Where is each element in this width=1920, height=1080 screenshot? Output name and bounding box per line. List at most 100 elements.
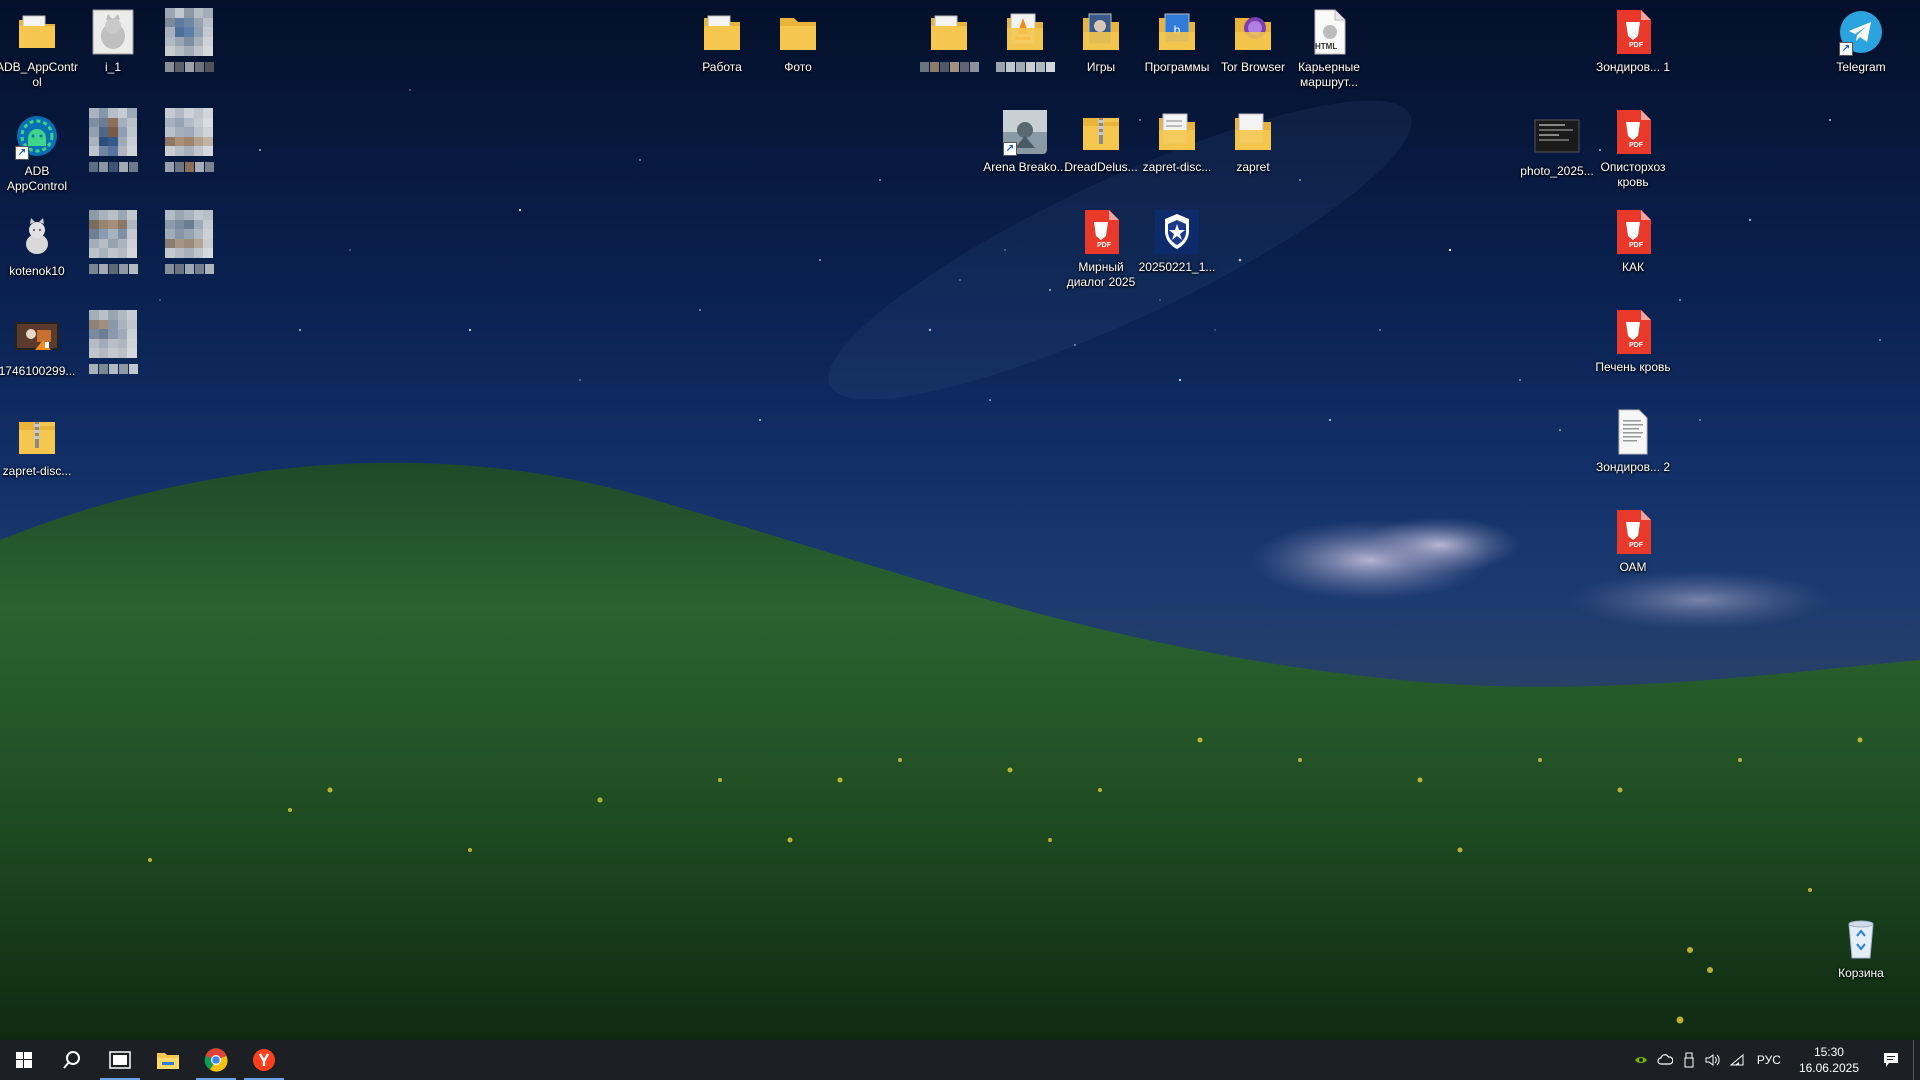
games-folder-icon (1077, 8, 1125, 56)
desktop-icon-blurred-1[interactable] (146, 8, 232, 72)
desktop-icon-blurred-6[interactable] (70, 310, 156, 374)
pixelated-label (164, 162, 214, 172)
pdf-file-icon: PDF (1609, 8, 1657, 56)
desktop-icon-tor-browser[interactable]: Tor Browser (1210, 8, 1296, 75)
clock[interactable]: 15:30 16.06.2025 (1789, 1044, 1869, 1076)
desktop-icon-foto[interactable]: Фото (755, 8, 841, 75)
taskbar-file-explorer[interactable] (144, 1040, 192, 1080)
pdf-file-icon: PDF (1609, 208, 1657, 256)
desktop-icon-mirnyi-dialog[interactable]: PDF Мирный диалог 2025 (1058, 208, 1144, 289)
icon-label: zapret (1236, 160, 1270, 174)
icon-label: ОАМ (1619, 560, 1647, 574)
tray-volume-icon[interactable] (1701, 1040, 1725, 1080)
pixelated-label (88, 264, 138, 274)
taskbar-chrome[interactable] (192, 1040, 240, 1080)
desktop-icon-programmy[interactable]: b Программы (1134, 8, 1220, 75)
desktop-icon-dreaddelus[interactable]: DreadDelus... (1058, 108, 1144, 175)
folder-icon (698, 8, 746, 56)
tray-wifi-icon[interactable] (1725, 1040, 1749, 1080)
pixelated-image-icon (89, 310, 137, 358)
pixelated-label (164, 62, 214, 72)
desktop-icon-adb-appcontrol-folder[interactable]: ADB_AppControl (0, 8, 80, 89)
icon-label: photo_2025... (1520, 164, 1594, 178)
video-file-icon (13, 312, 61, 360)
task-view-button[interactable] (96, 1040, 144, 1080)
show-desktop-button[interactable] (1913, 1040, 1920, 1080)
taskbar-yandex-browser[interactable] (240, 1040, 288, 1080)
desktop-icon-vlc-folder[interactable] (982, 8, 1068, 72)
pdf-file-icon: PDF (1077, 208, 1125, 256)
desktop-icon-zapret-disc-left[interactable]: zapret-disc... (0, 412, 80, 479)
desktop-icon-blurred-5[interactable] (146, 210, 232, 274)
folder-icon (13, 8, 61, 56)
tray-nvidia-icon[interactable] (1629, 1040, 1653, 1080)
telegram-icon: ↗ (1837, 8, 1885, 56)
desktop-icon-photo-2025[interactable]: photo_2025... (1514, 112, 1600, 179)
tray-usb-icon[interactable] (1677, 1040, 1701, 1080)
desktop-icon-zapret[interactable]: zapret (1210, 108, 1296, 175)
desktop-icon-zondirov-2[interactable]: Зондиров... 2 (1590, 408, 1676, 475)
icon-label: Arena Breako... (983, 160, 1067, 174)
clock-date: 16.06.2025 (1798, 1061, 1859, 1075)
desktop-icon-zondirov-1[interactable]: PDF Зондиров... 1 (1590, 8, 1676, 75)
yandex-browser-icon (253, 1049, 275, 1071)
zip-folder-icon (13, 412, 61, 460)
pdf-badge: PDF (1629, 542, 1643, 549)
icon-label: Карьерные маршрут... (1298, 60, 1360, 89)
desktop-icon-karernye[interactable]: HTML Карьерные маршрут... (1286, 8, 1372, 89)
language-indicator[interactable]: РУС (1749, 1053, 1789, 1067)
icon-label: Telegram (1836, 60, 1886, 74)
pixelated-image-icon (89, 210, 137, 258)
chrome-icon (204, 1048, 228, 1072)
desktop-icon-blurred-4[interactable] (70, 210, 156, 274)
desktop-icon-kak[interactable]: PDF КАК (1590, 208, 1676, 275)
action-center-button[interactable] (1869, 1040, 1913, 1080)
desktop-icon-opistorhoz[interactable]: PDF Описторхоз кровь (1590, 108, 1676, 189)
tor-browser-folder-icon (1229, 8, 1277, 56)
search-button[interactable] (48, 1040, 96, 1080)
shortcut-arrow-icon: ↗ (1003, 142, 1017, 156)
system-tray: РУС 15:30 16.06.2025 (1629, 1040, 1920, 1080)
desktop-icon-i-1[interactable]: i_1 (70, 8, 156, 75)
pixelated-image-icon (165, 210, 213, 258)
android-icon: ↗ (13, 112, 61, 160)
search-icon (63, 1051, 80, 1069)
kitten-image-icon (89, 8, 137, 56)
desktop-icon-arena[interactable]: ↗ Arena Breako... (982, 108, 1068, 175)
icon-label: КАК (1622, 260, 1644, 274)
desktop-icon-telegram[interactable]: ↗ Telegram (1818, 8, 1904, 75)
desktop-icon-pechen[interactable]: PDF Печень кровь (1590, 308, 1676, 375)
desktop-icon-blurred-folder[interactable] (906, 8, 992, 72)
clock-time: 15:30 (1813, 1045, 1844, 1059)
icon-label: Работа (702, 60, 742, 74)
folder-icon (1153, 108, 1201, 156)
desktop-icon-adb-appcontrol[interactable]: ↗ ADB AppControl (0, 112, 80, 193)
desktop-icon-blurred-2[interactable] (70, 108, 156, 172)
desktop-icon-rabota[interactable]: Работа (679, 8, 765, 75)
icon-label: Корзина (1838, 966, 1884, 980)
desktop-icon-oam[interactable]: PDF ОАМ (1590, 508, 1676, 575)
pixelated-label (995, 62, 1055, 72)
icon-label: ADB AppControl (6, 164, 68, 193)
desktop-icon-video-1746[interactable]: 1746100299... (0, 312, 80, 379)
tray-onedrive-icon[interactable] (1653, 1040, 1677, 1080)
icon-label: Фото (784, 60, 812, 74)
pdf-file-icon: PDF (1609, 108, 1657, 156)
pixelated-image-icon (165, 108, 213, 156)
desktop-icon-korzina[interactable]: Корзина (1818, 914, 1904, 981)
desktop-icon-20250221[interactable]: 20250221_1... (1134, 208, 1220, 275)
vlc-folder-icon (1001, 8, 1049, 56)
icon-label: Игры (1086, 60, 1116, 74)
desktop-icon-kotenok10[interactable]: kotenok10 (0, 212, 80, 279)
desktop[interactable]: ADB_AppControl i_1 ↗ ADB AppControl kote… (0, 0, 1920, 1040)
pixelated-label (919, 62, 979, 72)
desktop-icon-blurred-3[interactable] (146, 108, 232, 172)
desktop-icon-zapret-disc-mid[interactable]: zapret-disc... (1134, 108, 1220, 175)
icon-label: 1746100299... (0, 364, 76, 378)
desktop-icon-igry[interactable]: Игры (1058, 8, 1144, 75)
start-button[interactable] (0, 1040, 48, 1080)
pdf-badge: PDF (1629, 342, 1643, 349)
pixelated-image-icon (89, 108, 137, 156)
screenshot-image-icon (1533, 112, 1581, 160)
recycle-bin-icon (1837, 914, 1885, 962)
